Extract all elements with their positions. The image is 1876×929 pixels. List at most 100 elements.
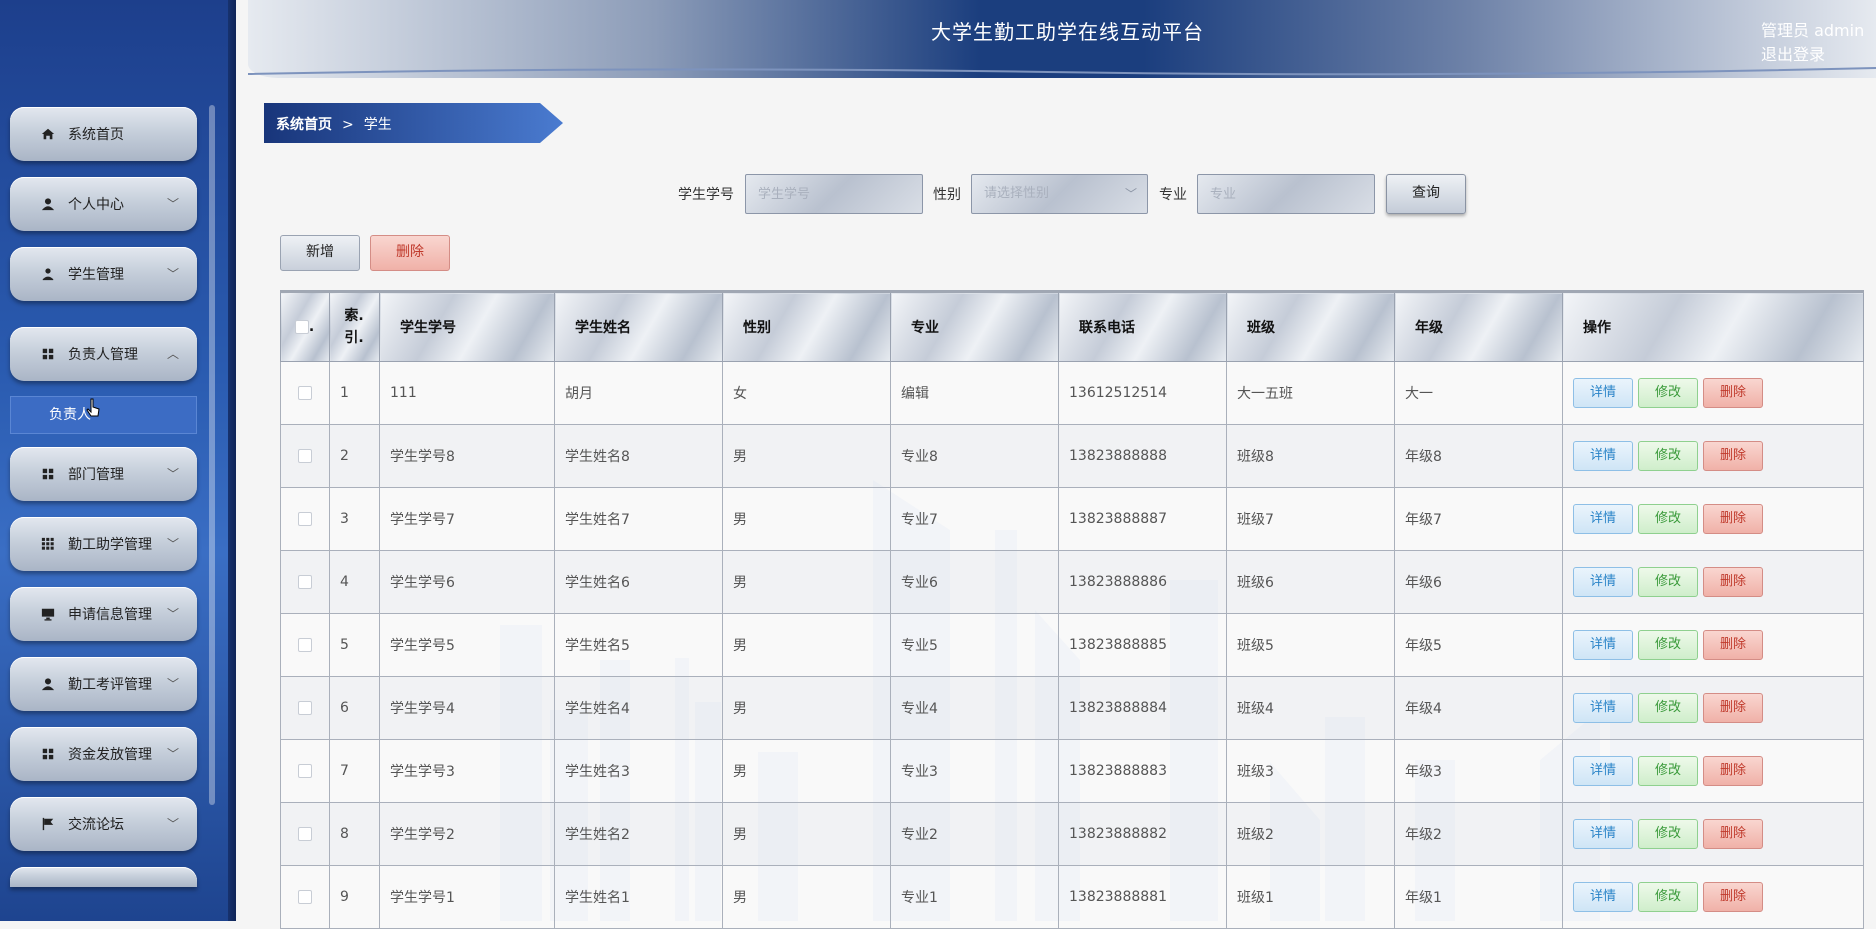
row-checkbox-cell[interactable]	[280, 739, 330, 803]
cell-major: 编辑	[890, 361, 1059, 425]
row-checkbox-cell[interactable]	[280, 487, 330, 551]
row-checkbox[interactable]	[297, 449, 312, 463]
row-checkbox-cell[interactable]	[280, 613, 330, 677]
apps-icon	[40, 536, 56, 552]
delete-button[interactable]: 删除	[1703, 693, 1763, 723]
cell-student-no: 学生学号1	[379, 865, 555, 929]
detail-button[interactable]: 详情	[1573, 504, 1633, 534]
cell-grade: 年级8	[1394, 424, 1563, 488]
edit-button[interactable]: 修改	[1638, 756, 1698, 786]
cell-gender: 男	[722, 802, 891, 866]
sidebar-scrollbar[interactable]	[209, 105, 215, 805]
detail-button[interactable]: 详情	[1573, 630, 1633, 660]
sidebar-item-6[interactable]: 勤工助学管理 ﹀	[10, 517, 197, 571]
cell-phone: 13823888885	[1058, 613, 1227, 677]
cell-gender: 男	[722, 739, 891, 803]
edit-button[interactable]: 修改	[1638, 441, 1698, 471]
row-checkbox-cell[interactable]	[280, 361, 330, 425]
detail-button[interactable]: 详情	[1573, 756, 1633, 786]
edit-button[interactable]: 修改	[1638, 630, 1698, 660]
detail-button[interactable]: 详情	[1573, 567, 1633, 597]
admin-label: 管理员 admin	[1761, 21, 1865, 40]
breadcrumb-current: 学生	[363, 117, 392, 133]
detail-button[interactable]: 详情	[1573, 693, 1633, 723]
sidebar-item-label: 资金发放管理	[68, 747, 152, 763]
cell-grade: 年级5	[1394, 613, 1563, 677]
breadcrumb-home[interactable]: 系统首页	[276, 117, 332, 133]
edit-button[interactable]: 修改	[1638, 693, 1698, 723]
row-checkbox-cell[interactable]	[280, 550, 330, 614]
delete-button[interactable]: 删除	[1703, 882, 1763, 912]
submenu-item-manager[interactable]: 负责人	[10, 396, 197, 434]
student-no-label: 学生学号	[678, 187, 734, 203]
edit-button[interactable]: 修改	[1638, 819, 1698, 849]
table-row: 7 学生学号3 学生姓名3 男专业3 13823888883 班级3 年级3 详情 修改 删除	[280, 739, 1864, 803]
grid-icon	[40, 746, 56, 762]
cell-grade: 大一	[1394, 361, 1563, 425]
delete-button[interactable]: 删除	[1703, 378, 1763, 408]
student-no-input[interactable]	[745, 174, 923, 214]
mouse-cursor-icon	[86, 398, 100, 417]
detail-button[interactable]: 详情	[1573, 378, 1633, 408]
chevron-down-icon: ﹀	[166, 267, 179, 281]
row-checkbox[interactable]	[297, 512, 312, 526]
delete-button[interactable]: 删除	[1703, 630, 1763, 660]
edit-button[interactable]: 修改	[1638, 882, 1698, 912]
cell-gender: 男	[722, 865, 891, 929]
cell-student-no: 学生学号8	[379, 424, 555, 488]
sidebar-item-5[interactable]: 部门管理 ﹀	[10, 447, 197, 501]
query-button[interactable]: 查询	[1386, 174, 1466, 214]
add-button[interactable]: 新增	[280, 235, 360, 271]
row-checkbox[interactable]	[297, 386, 312, 400]
cell-phone: 13823888886	[1058, 550, 1227, 614]
row-checkbox[interactable]	[297, 575, 312, 589]
table-row: 3 学生学号7 学生姓名7 男专业7 13823888887 班级7 年级7 详情 修改 删除	[280, 487, 1864, 551]
row-checkbox-cell[interactable]	[280, 424, 330, 488]
chevron-down-icon: ﹀	[166, 197, 179, 211]
cell-major: 专业5	[890, 613, 1059, 677]
sidebar-item-9[interactable]: 资金发放管理 ﹀	[10, 727, 197, 781]
select-all-checkbox[interactable]	[294, 320, 309, 334]
sidebar-item-partial[interactable]	[10, 867, 197, 887]
detail-button[interactable]: 详情	[1573, 882, 1633, 912]
delete-button[interactable]: 删除	[1703, 756, 1763, 786]
sidebar-item-7[interactable]: 申请信息管理 ﹀	[10, 587, 197, 641]
sidebar-item-10[interactable]: 交流论坛 ﹀	[10, 797, 197, 851]
edit-button[interactable]: 修改	[1638, 504, 1698, 534]
chevron-down-icon: ﹀	[166, 677, 179, 691]
cell-major: 专业6	[890, 550, 1059, 614]
sidebar-item-4[interactable]: 负责人管理 ︿	[10, 327, 197, 381]
gender-label: 性别	[933, 187, 961, 203]
major-input[interactable]	[1197, 174, 1375, 214]
cell-index: 5	[329, 613, 380, 677]
sidebar-item-3[interactable]: 学生管理 ﹀	[10, 247, 197, 301]
cell-student-no: 111	[379, 361, 555, 425]
sidebar-item-1[interactable]: 系统首页	[10, 107, 197, 161]
cell-phone: 13823888882	[1058, 802, 1227, 866]
chevron-up-icon: ︿	[166, 347, 179, 361]
row-checkbox[interactable]	[297, 764, 312, 778]
delete-button[interactable]: 删除	[1703, 567, 1763, 597]
delete-button[interactable]: 删除	[1703, 441, 1763, 471]
batch-delete-button[interactable]: 删除	[370, 235, 450, 271]
edit-button[interactable]: 修改	[1638, 567, 1698, 597]
delete-button[interactable]: 删除	[1703, 504, 1763, 534]
gender-select[interactable]: 请选择性别 ﹀	[971, 174, 1148, 214]
select-all-checkbox-cell[interactable]: .	[280, 290, 330, 362]
home-icon	[40, 126, 56, 142]
edit-button[interactable]: 修改	[1638, 378, 1698, 408]
detail-button[interactable]: 详情	[1573, 819, 1633, 849]
delete-button[interactable]: 删除	[1703, 819, 1763, 849]
person-icon	[40, 266, 56, 282]
row-checkbox[interactable]	[297, 701, 312, 715]
row-checkbox[interactable]	[297, 827, 312, 841]
detail-button[interactable]: 详情	[1573, 441, 1633, 471]
row-checkbox[interactable]	[297, 890, 312, 904]
row-checkbox-cell[interactable]	[280, 865, 330, 929]
row-checkbox-cell[interactable]	[280, 676, 330, 740]
row-checkbox[interactable]	[297, 638, 312, 652]
sidebar-item-2[interactable]: 个人中心 ﹀	[10, 177, 197, 231]
row-checkbox-cell[interactable]	[280, 802, 330, 866]
header-major: 专业	[890, 290, 1059, 362]
sidebar-item-8[interactable]: 勤工考评管理 ﹀	[10, 657, 197, 711]
